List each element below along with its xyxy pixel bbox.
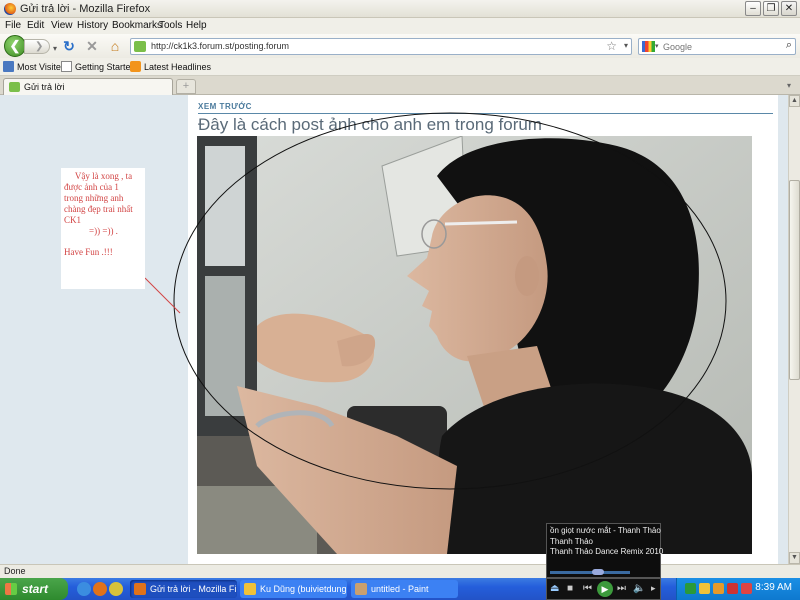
search-engine-dropdown-icon[interactable]: ▾	[655, 42, 659, 50]
firefox-icon	[4, 3, 16, 15]
scroll-up-arrow-icon[interactable]: ▲	[789, 95, 800, 107]
tray-messenger-icon[interactable]	[699, 583, 710, 594]
annotation-note: Vậy là xong , ta được ảnh của 1 trong nh…	[61, 168, 145, 289]
firefox-quicklaunch-icon[interactable]	[93, 582, 107, 596]
firefox-icon	[134, 583, 146, 595]
menu-help[interactable]: Help	[186, 20, 207, 31]
google-icon[interactable]	[642, 41, 655, 52]
media-player-popup: ồn giọt nước mắt - Thanh Thảo Thanh Thảo…	[546, 523, 664, 578]
page-icon	[61, 61, 72, 72]
scroll-down-arrow-icon[interactable]: ▼	[789, 552, 800, 564]
reload-icon[interactable]: ↻	[61, 38, 77, 54]
play-button[interactable]: ▶	[597, 581, 613, 597]
tab-label: Gửi trả lời	[24, 82, 65, 92]
track-album: Thanh Thảo Dance Remix 2010	[550, 547, 664, 556]
menu-bookmarks[interactable]: Bookmarks	[112, 20, 162, 31]
windows-taskbar: start Gửi trả lời - Mozilla Fir... Ku Dũ…	[0, 578, 800, 600]
volume-icon[interactable]: 🔈	[633, 583, 645, 594]
start-button[interactable]: start	[0, 578, 68, 600]
status-bar: Done	[0, 564, 800, 578]
vertical-scrollbar[interactable]: ▲ ▼	[788, 95, 800, 564]
back-button[interactable]: ❮	[4, 35, 26, 57]
maximize-button[interactable]: ❐	[763, 1, 779, 16]
bookmark-star-icon[interactable]: ☆	[606, 39, 617, 53]
new-tab-button[interactable]: +	[176, 79, 196, 94]
url-text: http://ck1k3.forum.st/posting.forum	[151, 41, 290, 51]
annotation-leader-line	[145, 277, 181, 314]
paint-icon	[355, 583, 367, 595]
tray-app-icon[interactable]	[685, 583, 696, 594]
search-box: ▾ ⌕	[638, 38, 796, 55]
title-bar: Gửi trả lời - Mozilla Firefox – ❐ ✕	[0, 0, 800, 18]
tab-reply[interactable]: Gửi trả lời	[3, 78, 173, 95]
task-paint[interactable]: untitled - Paint	[351, 580, 458, 598]
scroll-thumb[interactable]	[789, 180, 800, 380]
media-controls: ⏏ ■ ⏮ ▶ ⏭ 🔈 ▸	[546, 578, 661, 600]
tray-shield-icon[interactable]	[727, 583, 738, 594]
home-icon[interactable]: ⌂	[107, 38, 123, 54]
task-chat[interactable]: Ku Dũng (buivietdung...	[240, 580, 347, 598]
tray-chat-icon[interactable]	[713, 583, 724, 594]
drawn-ellipse	[173, 112, 727, 490]
rss-feed-icon	[130, 61, 141, 72]
status-text: Done	[4, 566, 26, 576]
tab-list-icon[interactable]: ▾	[787, 81, 791, 90]
media-back-icon[interactable]: ⏏	[550, 583, 559, 594]
expand-icon[interactable]: ▸	[651, 583, 656, 594]
search-icon[interactable]: ⌕	[786, 39, 792, 52]
menu-history[interactable]: History	[77, 20, 108, 31]
bookmark-latest-headlines[interactable]: Latest Headlines	[130, 61, 211, 72]
previous-icon[interactable]: ⏮	[583, 583, 592, 594]
stop-icon[interactable]: ✕	[84, 38, 100, 54]
menu-tools[interactable]: Tools	[159, 20, 182, 31]
next-icon[interactable]: ⏭	[617, 583, 626, 594]
minimize-button[interactable]: –	[745, 1, 761, 16]
window-title: Gửi trả lời - Mozilla Firefox	[20, 3, 151, 15]
messenger-icon	[244, 583, 256, 595]
bookmark-most-visited[interactable]: Most Visited	[3, 61, 66, 72]
menu-bar: File Edit View History Bookmarks Tools H…	[0, 18, 800, 34]
url-bar[interactable]: http://ck1k3.forum.st/posting.forum ☆ ▾	[130, 38, 632, 55]
most-visited-icon	[3, 61, 14, 72]
seek-knob[interactable]	[592, 569, 604, 575]
menu-view[interactable]: View	[51, 20, 73, 31]
bookmarks-toolbar: Most Visited Getting Started Latest Head…	[0, 58, 800, 76]
seek-bar[interactable]	[550, 571, 630, 574]
system-tray: 8:39 AM	[676, 578, 800, 600]
site-favicon-icon	[134, 41, 146, 52]
page-viewport: XEM TRƯỚC Đây là cách post ảnh cho anh e…	[0, 95, 788, 564]
close-button[interactable]: ✕	[781, 1, 797, 16]
bookmark-getting-started[interactable]: Getting Started	[61, 61, 136, 72]
windows-logo-icon	[5, 583, 17, 595]
stop-icon[interactable]: ■	[567, 583, 573, 594]
menu-edit[interactable]: Edit	[27, 20, 44, 31]
track-artist: Thanh Thảo	[550, 537, 593, 546]
taskbar-clock: 8:39 AM	[755, 582, 792, 593]
track-title: ồn giọt nước mắt - Thanh Thảo	[550, 526, 661, 535]
tab-bar: Gửi trả lời + ▾	[0, 76, 800, 95]
navigation-toolbar: ❮ ❯ ▾ ↻ ✕ ⌂ http://ck1k3.forum.st/postin…	[0, 34, 800, 58]
task-firefox[interactable]: Gửi trả lời - Mozilla Fir...	[130, 580, 237, 598]
tab-favicon-icon	[9, 82, 20, 92]
tray-network-icon[interactable]	[741, 583, 752, 594]
url-dropdown-icon[interactable]: ▾	[624, 41, 628, 50]
search-input[interactable]	[663, 40, 781, 53]
menu-file[interactable]: File	[5, 20, 21, 31]
chrome-quicklaunch-icon[interactable]	[109, 582, 123, 596]
ie-quicklaunch-icon[interactable]	[77, 582, 91, 596]
